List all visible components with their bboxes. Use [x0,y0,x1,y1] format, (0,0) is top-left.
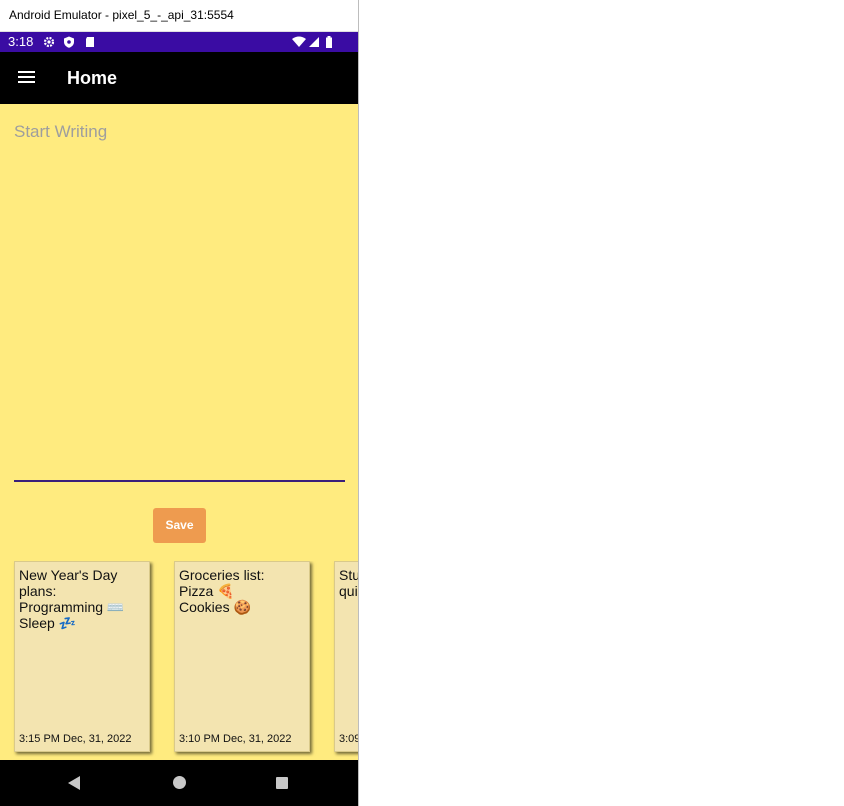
sd-card-icon [86,37,94,47]
note-card[interactable]: Groceries list: Pizza 🍕 Cookies 🍪 3:10 P… [174,561,310,752]
gear-icon [43,36,55,48]
wifi-icon [292,36,306,47]
note-text: Stu qui [339,567,358,599]
editor-underline [14,480,345,482]
window-title: Android Emulator - pixel_5_-_api_31:5554 [9,8,234,22]
recents-icon[interactable] [276,777,288,789]
note-text: New Year's Day plans: Programming ⌨️ Sle… [19,567,125,631]
note-date: 3:15 PM Dec, 31, 2022 [19,733,132,745]
home-icon[interactable] [173,776,186,789]
battery-icon [326,36,332,48]
status-time: 3:18 [8,34,34,49]
app-bar: Home [0,52,358,104]
note-text: Groceries list: Pizza 🍕 Cookies 🍪 [179,567,265,615]
note-card[interactable]: New Year's Day plans: Programming ⌨️ Sle… [14,561,150,752]
hamburger-menu-icon[interactable] [16,66,38,88]
note-date: 3:10 PM Dec, 31, 2022 [179,733,292,745]
signal-icon [309,37,319,47]
page-title: Home [67,68,118,88]
window-titlebar: Android Emulator - pixel_5_-_api_31:5554 [0,0,358,32]
shield-icon [64,36,74,48]
note-card[interactable]: Stu qui 3:09 [334,561,358,752]
note-date: 3:09 [339,733,358,745]
notes-carousel[interactable]: New Year's Day plans: Programming ⌨️ Sle… [0,561,358,757]
note-editor-input[interactable] [14,122,345,482]
main-content: Save New Year's Day plans: Programming ⌨… [0,104,358,760]
emulator-window: Android Emulator - pixel_5_-_api_31:5554… [0,0,359,806]
system-nav-bar [0,760,358,806]
back-icon[interactable] [68,776,80,790]
status-bar: 3:18 [0,32,358,52]
save-button[interactable]: Save [153,508,206,543]
